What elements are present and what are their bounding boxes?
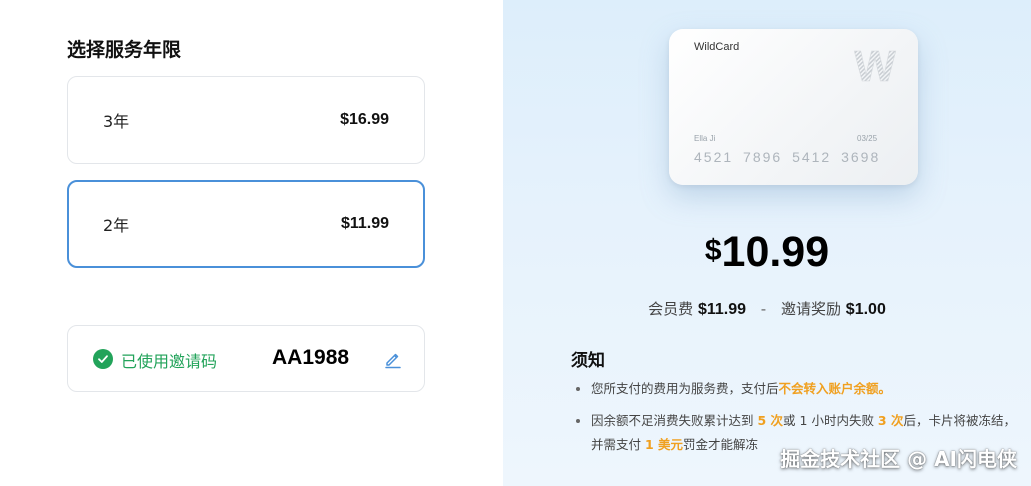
card-brand: WildCard — [694, 41, 740, 53]
card-holder-name: Ella Ji — [694, 134, 716, 143]
plan-price: $11.99 — [340, 215, 389, 232]
plan-price: $16.99 — [340, 111, 389, 128]
total-price: $10.99 — [503, 228, 1031, 277]
plan-option-3-years[interactable]: 3年 $16.99 — [67, 76, 425, 164]
plan-years: 2年 — [103, 216, 130, 235]
price-breakdown: 会员费 $11.99 - 邀请奖励 $1.00 — [503, 298, 1031, 319]
checkout-summary-panel: WildCard W Ella Ji 03/25 4521 7896 5412 … — [503, 0, 1031, 486]
card-logo-icon: W — [854, 45, 897, 85]
plan-selection-panel: 选择服务年限 3年 $16.99 2年 $11.99 已使用邀请码 AA1988 — [0, 0, 503, 486]
total-amount: 10.99 — [721, 228, 830, 276]
card-expiry: 03/25 — [857, 134, 878, 143]
plan-years: 3年 — [103, 112, 130, 131]
check-circle-icon — [93, 349, 113, 369]
plan-option-2-years[interactable]: 2年 $11.99 — [67, 180, 425, 268]
breakdown-separator: - — [760, 300, 767, 318]
invite-code-value: AA1988 — [272, 346, 350, 369]
reward-amount: $1.00 — [845, 301, 886, 318]
invite-status-label: 已使用邀请码 — [121, 352, 218, 371]
notice-item-fee: 您所支付的费用为服务费，支付后不会转入账户余额。 — [576, 377, 1016, 401]
virtual-card: WildCard W Ella Ji 03/25 4521 7896 5412 … — [669, 29, 918, 185]
watermark-text: 掘金技术社区 @ AI闪电侠 — [780, 447, 1017, 471]
card-number: 4521 7896 5412 3698 — [694, 149, 881, 165]
membership-label: 会员费 — [648, 300, 694, 318]
invite-code-box: 已使用邀请码 AA1988 — [67, 325, 425, 392]
card-logo-letter: W — [854, 45, 896, 85]
membership-amount: $11.99 — [697, 301, 747, 318]
reward-label: 邀请奖励 — [781, 300, 842, 318]
plans-title: 选择服务年限 — [67, 39, 182, 61]
notice-title: 须知 — [571, 351, 605, 371]
pencil-icon[interactable] — [383, 349, 403, 369]
currency-symbol: $ — [704, 234, 722, 267]
